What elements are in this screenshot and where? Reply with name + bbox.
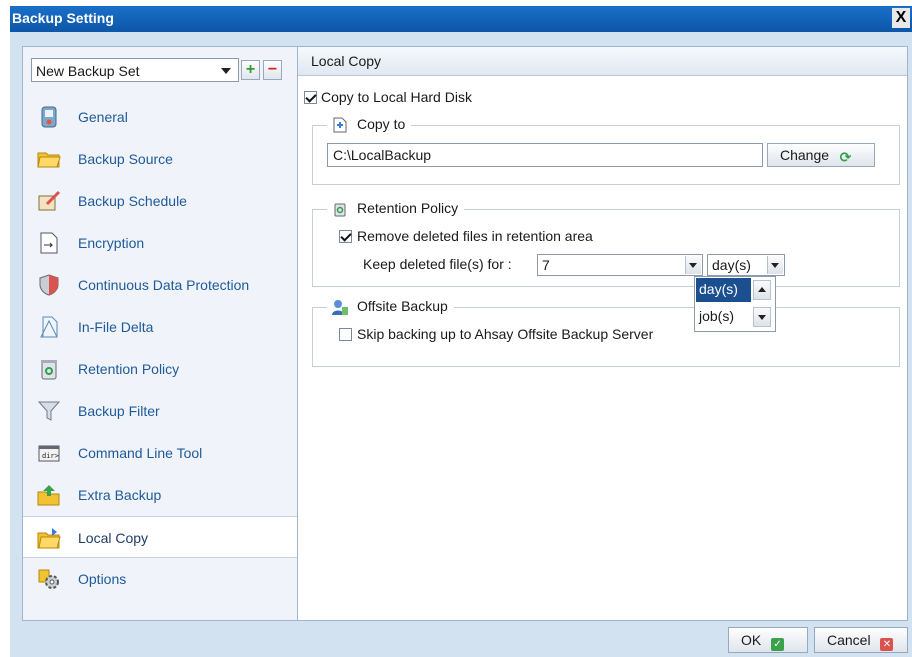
folder-icon [37, 147, 61, 171]
retention-legend-label: Retention Policy [357, 200, 459, 216]
sidebar-item-label: Backup Schedule [78, 193, 187, 209]
sidebar-item-command-line-tool[interactable]: dir> Command Line Tool [23, 432, 300, 474]
document-icon [37, 315, 61, 339]
close-button[interactable]: X [892, 8, 910, 28]
ok-button[interactable]: OK ✓ [728, 627, 808, 653]
scroll-up-arrow-icon[interactable] [753, 280, 771, 300]
scroll-down-arrow-icon[interactable] [753, 307, 771, 327]
sidebar-item-options[interactable]: Options [23, 558, 300, 600]
filter-icon [37, 399, 61, 423]
remove-deleted-files-label: Remove deleted files in retention area [357, 228, 593, 244]
unit-dropdown-list: day(s) job(s) [694, 276, 776, 332]
sidebar-item-label: Command Line Tool [78, 445, 203, 461]
sidebar-item-label: Extra Backup [78, 487, 162, 503]
options-gear-icon [37, 567, 61, 591]
add-backup-set-button[interactable]: + [241, 60, 260, 80]
unit-value: day(s) [712, 257, 751, 273]
ok-check-icon: ✓ [771, 638, 785, 651]
sidebar-item-label: Encryption [78, 235, 145, 251]
recycle-bin-icon [331, 200, 349, 218]
destination-path-field[interactable]: C:\LocalBackup [327, 143, 763, 167]
title-bar: Backup Setting X [10, 6, 912, 32]
schedule-icon [37, 189, 61, 213]
keep-value-combo[interactable]: 7 [537, 254, 703, 276]
extra-backup-icon [37, 483, 61, 507]
encryption-icon [37, 231, 61, 255]
main-panel: Local Copy Copy to Local Hard Disk Copy … [297, 46, 908, 621]
svg-text:dir>: dir> [42, 452, 59, 460]
copy-to-legend-label: Copy to [357, 116, 406, 132]
sidebar-item-label: In-File Delta [78, 319, 154, 335]
sidebar-item-label: Continuous Data Protection [78, 277, 250, 293]
sidebar-item-backup-source[interactable]: Backup Source [23, 138, 300, 180]
sidebar-item-retention-policy[interactable]: Retention Policy [23, 348, 300, 390]
refresh-icon: ⟳ [839, 149, 852, 165]
sidebar-item-label: Backup Filter [78, 403, 160, 419]
backup-set-select[interactable]: New Backup Set [31, 58, 239, 82]
change-button[interactable]: Change ⟳ [767, 143, 875, 167]
sidebar-item-label: Retention Policy [78, 361, 180, 377]
skip-offsite-checkbox[interactable] [339, 328, 352, 341]
retention-legend: Retention Policy [327, 200, 465, 220]
skip-offsite-label: Skip backing up to Ahsay Offsite Backup … [357, 326, 654, 342]
copy-to-local-label: Copy to Local Hard Disk [321, 89, 472, 105]
sidebar-item-general[interactable]: General [23, 96, 300, 138]
copy-to-local-checkbox[interactable] [304, 91, 317, 104]
remove-deleted-files-checkbox[interactable] [339, 230, 352, 243]
cancel-x-icon: ✕ [880, 638, 894, 651]
recycle-bin-icon [37, 357, 61, 381]
copy-to-legend: Copy to [327, 116, 412, 136]
window-title: Backup Setting [12, 10, 114, 26]
sidebar-item-extra-backup[interactable]: Extra Backup [23, 474, 300, 516]
remove-backup-set-button[interactable]: − [263, 60, 282, 80]
sidebar: New Backup Set + − General Backup Source [22, 46, 305, 621]
unit-select[interactable]: day(s) [707, 254, 785, 276]
sidebar-item-label: Options [78, 571, 127, 587]
shield-icon [37, 273, 61, 297]
sidebar-item-label: Backup Source [78, 151, 173, 167]
panel-header: Local Copy [298, 47, 907, 76]
panel-title: Local Copy [311, 53, 382, 69]
sidebar-item-encryption[interactable]: Encryption [23, 222, 300, 264]
general-icon [37, 105, 61, 129]
sidebar-nav: General Backup Source Backup Schedule En… [23, 96, 305, 600]
sidebar-item-continuous-data-protection[interactable]: Continuous Data Protection [23, 264, 300, 306]
sidebar-item-label: Local Copy [78, 530, 149, 546]
sidebar-item-local-copy[interactable]: Local Copy [23, 516, 305, 558]
cancel-button[interactable]: Cancel ✕ [814, 627, 908, 653]
sidebar-item-in-file-delta[interactable]: In-File Delta [23, 306, 300, 348]
keep-value: 7 [542, 257, 550, 273]
offsite-legend-label: Offsite Backup [357, 298, 448, 314]
chevron-down-icon[interactable] [218, 63, 234, 79]
offsite-backup-group: Offsite Backup Skip backing up to Ahsay … [312, 298, 900, 367]
change-button-label: Change [780, 147, 830, 163]
backup-set-bar: New Backup Set + − [31, 58, 289, 84]
copy-to-group: Copy to C:\LocalBackup Change ⟳ [312, 116, 900, 185]
ok-button-label: OK [741, 632, 762, 648]
sidebar-item-backup-schedule[interactable]: Backup Schedule [23, 180, 300, 222]
unit-option-days[interactable]: day(s) [696, 278, 751, 302]
offsite-user-icon [331, 298, 349, 316]
backup-set-value: New Backup Set [36, 63, 140, 79]
offsite-legend: Offsite Backup [327, 298, 454, 318]
chevron-down-icon[interactable] [685, 256, 701, 274]
dialog-body: New Backup Set + − General Backup Source [10, 32, 912, 657]
unit-option-jobs[interactable]: job(s) [696, 305, 751, 329]
copy-to-icon [331, 116, 349, 134]
sidebar-item-label: General [78, 109, 128, 125]
retention-policy-group: Retention Policy Remove deleted files in… [312, 200, 900, 287]
terminal-icon: dir> [37, 441, 61, 465]
sidebar-item-backup-filter[interactable]: Backup Filter [23, 390, 300, 432]
chevron-down-icon[interactable] [767, 256, 783, 274]
keep-deleted-label: Keep deleted file(s) for : [363, 256, 512, 272]
local-copy-icon [37, 526, 61, 550]
cancel-button-label: Cancel [827, 632, 871, 648]
